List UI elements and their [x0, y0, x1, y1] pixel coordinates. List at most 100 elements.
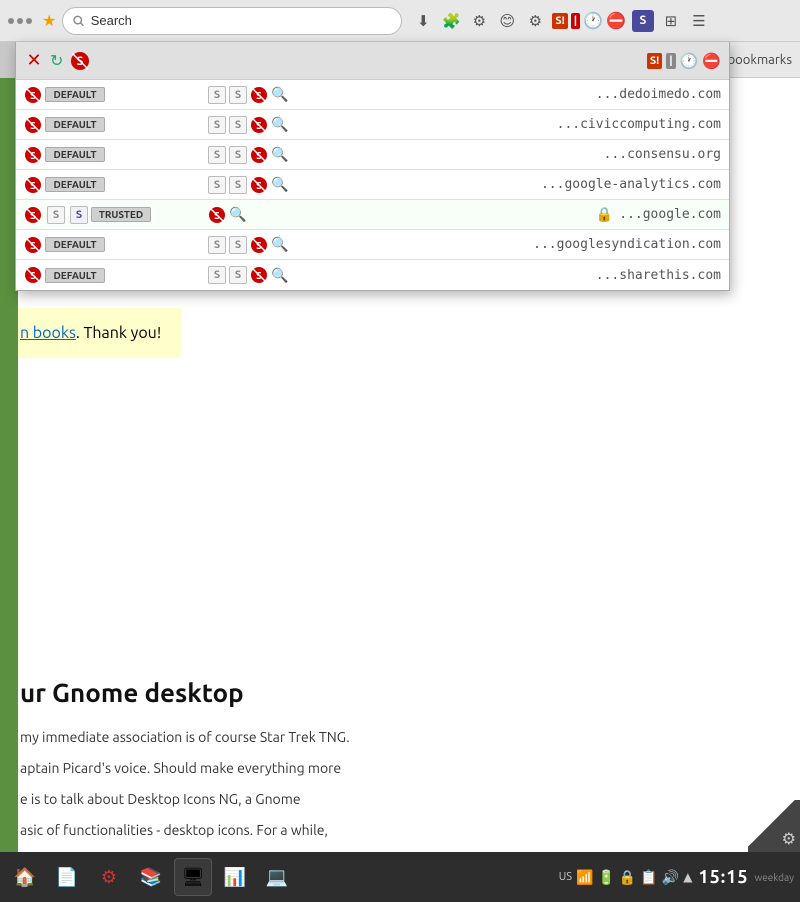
row-domain: ...google-analytics.com	[541, 177, 721, 192]
battery-icon: 🔋	[597, 869, 614, 886]
si-small[interactable]: S	[47, 206, 65, 224]
table-row[interactable]: S DEFAULT S S S 🔍 ...consensu.org	[16, 140, 729, 170]
bookmarks-label: bookmarks	[728, 53, 792, 67]
blocked-icon-2[interactable]: S	[250, 116, 268, 134]
si-grey-2[interactable]: S	[229, 86, 247, 104]
pipe-icon[interactable]: |	[571, 13, 580, 29]
popup-s-exclaim[interactable]: S!	[647, 53, 662, 69]
blocked-icon-2[interactable]: S	[250, 236, 268, 254]
si-grey-1[interactable]: S	[208, 176, 226, 194]
table-row[interactable]: S DEFAULT S S S 🔍 ...sharethis.com	[16, 260, 729, 290]
si-grey-1[interactable]: S	[208, 236, 226, 254]
blocked-icon: S	[24, 266, 42, 284]
nav-dots	[8, 18, 32, 24]
si-grey-2[interactable]: S	[229, 236, 247, 254]
default-badge: DEFAULT	[45, 87, 105, 102]
settings-icon[interactable]: ⚙	[524, 10, 546, 32]
taskbar-terminal[interactable]: 💻	[258, 858, 296, 896]
table-row[interactable]: S DEFAULT S S S 🔍 ...dedoimedo.com	[16, 80, 729, 110]
s-exclaim-icon[interactable]: S!	[552, 13, 567, 29]
si-search-2[interactable]: 🔍	[229, 206, 246, 223]
si-grey-2[interactable]: S	[229, 266, 247, 284]
page-para-1: my immediate association is of course St…	[20, 727, 490, 748]
row-s-icons: S S S 🔍	[208, 116, 553, 134]
si-search[interactable]: 🔍	[271, 236, 288, 253]
up-arrow-icon[interactable]: ▲	[683, 870, 692, 884]
page-para-4: asic of functionalities - desktop icons.…	[20, 820, 490, 841]
si-search[interactable]: 🔍	[271, 146, 288, 163]
row-badge-6: S DEFAULT	[24, 236, 204, 254]
si-grey-2[interactable]: S	[229, 116, 247, 134]
blocked-icon-3[interactable]: S	[208, 206, 226, 224]
si-search[interactable]: 🔍	[271, 116, 288, 133]
page-heading: ur Gnome desktop	[20, 678, 780, 707]
default-badge: DEFAULT	[45, 237, 105, 252]
popup-clock1[interactable]: 🕐	[680, 52, 699, 70]
gear-icon[interactable]: ⚙	[468, 10, 490, 32]
red-clock-icon[interactable]: ⛔	[606, 11, 626, 30]
popup-pipe[interactable]: |	[666, 53, 675, 69]
si-search[interactable]: 🔍	[271, 267, 288, 284]
notice-text: . Thank you!	[76, 324, 161, 342]
row-domain: ...sharethis.com	[596, 268, 721, 283]
row-domain: ...dedoimedo.com	[596, 87, 721, 102]
yellow-notice: n books. Thank you!	[0, 308, 181, 358]
popup-close-button[interactable]: ✕	[24, 51, 44, 71]
table-row[interactable]: S S S TRUSTED S 🔍 🔒 ...google.com	[16, 200, 729, 230]
extensions-icon[interactable]: 🧩	[440, 10, 462, 32]
taskbar-right: US 📶 🔋 🔒 📋 🔊 ▲ 15:15 weekday	[559, 867, 794, 887]
taskbar-files[interactable]: 📄	[48, 858, 86, 896]
si-grey-2[interactable]: S	[229, 146, 247, 164]
si-blue[interactable]: S	[70, 206, 88, 224]
wifi-icon: 📶	[576, 869, 593, 886]
popup-clock2[interactable]: ⛔	[702, 52, 721, 70]
taskbar-home[interactable]: 🏠	[6, 858, 44, 896]
menu-icon[interactable]: ☰	[688, 10, 710, 32]
taskbar-settings[interactable]: ⚙	[90, 858, 128, 896]
row-s-icons: S S S 🔍	[208, 86, 592, 104]
blocked-icon-2[interactable]: S	[250, 86, 268, 104]
taskbar-books[interactable]: 📚	[132, 858, 170, 896]
si-search[interactable]: 🔍	[271, 176, 288, 193]
taskbar-monitor[interactable]: 📊	[216, 858, 254, 896]
si-grey-2[interactable]: S	[229, 176, 247, 194]
clock-ext-icon[interactable]: 🕐	[583, 11, 603, 30]
row-s-icons: S S S 🔍	[208, 266, 592, 284]
download-icon[interactable]: ⬇	[412, 10, 434, 32]
popup-stop-icon[interactable]: S	[69, 50, 91, 72]
table-row[interactable]: S DEFAULT S S S 🔍 ...googlesyndication.c…	[16, 230, 729, 260]
row-badge-1: S DEFAULT	[24, 86, 204, 104]
si-grey-1[interactable]: S	[208, 86, 226, 104]
taskbar: 🏠 📄 ⚙ 📚 🖥 📊 💻 US 📶 🔋 🔒 📋 🔊 ▲ 15:15 weekd…	[0, 852, 800, 902]
nav-dot-1	[8, 18, 14, 24]
blocked-icon: S	[24, 176, 42, 194]
keyboard-layout[interactable]: US	[559, 871, 572, 883]
popup-ext-icons: S! | 🕐 ⛔	[647, 52, 721, 70]
table-row[interactable]: S DEFAULT S S S 🔍 ...civiccomputing.com	[16, 110, 729, 140]
blocked-icon-2[interactable]: S	[250, 146, 268, 164]
taskbar-desktop[interactable]: 🖥	[174, 858, 212, 896]
si-grey-1[interactable]: S	[208, 146, 226, 164]
nav-dot-2	[17, 18, 23, 24]
browser-topbar: ★ ⬇ 🧩 ⚙ 😊 ⚙ S! | 🕐 ⛔ S ⊞ ☰	[0, 0, 800, 42]
sys-tray: US 📶 🔋 🔒 📋 🔊 ▲	[559, 869, 693, 886]
blocked-icon-2[interactable]: S	[250, 266, 268, 284]
row-badge-4: S DEFAULT	[24, 176, 204, 194]
address-bar[interactable]	[62, 7, 402, 35]
search-input[interactable]	[91, 13, 392, 28]
notice-link[interactable]: n books	[20, 324, 76, 342]
search-icon	[73, 15, 84, 27]
bookmark-star[interactable]: ★	[42, 11, 56, 30]
default-badge: DEFAULT	[45, 177, 105, 192]
corner-gear-icon[interactable]: ⚙	[778, 825, 800, 852]
trusted-badge: TRUSTED	[91, 207, 151, 222]
si-grey-1[interactable]: S	[208, 116, 226, 134]
si-grey-1[interactable]: S	[208, 266, 226, 284]
si-search[interactable]: 🔍	[271, 86, 288, 103]
grid-icon[interactable]: ⊞	[660, 10, 682, 32]
table-row[interactable]: S DEFAULT S S S 🔍 ...google-analytics.co…	[16, 170, 729, 200]
stylus-icon[interactable]: S	[632, 10, 654, 32]
smiley-icon[interactable]: 😊	[496, 10, 518, 32]
popup-reload-button[interactable]: ↻	[50, 51, 63, 70]
blocked-icon-2[interactable]: S	[250, 176, 268, 194]
